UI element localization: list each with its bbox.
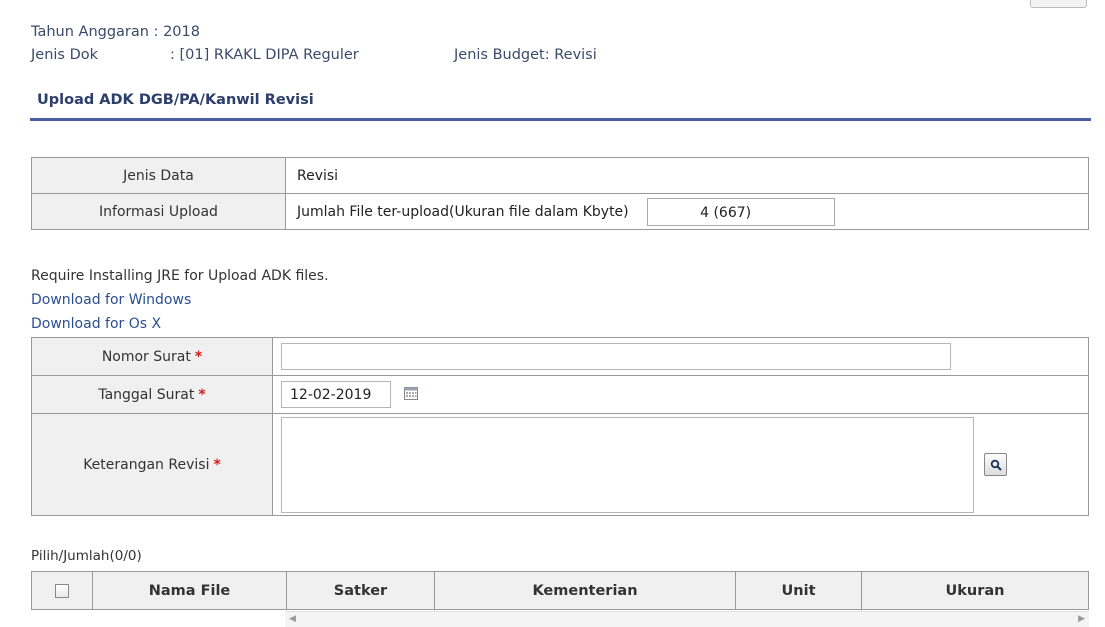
jenis-dok-value: : [01] RKAKL DIPA Reguler: [170, 47, 359, 63]
nomor-surat-cell: [272, 337, 1089, 376]
nomor-surat-label-cell: Nomor Surat *: [31, 337, 273, 376]
nomor-surat-row: Nomor Surat *: [31, 337, 1089, 376]
tanggal-surat-label: Tanggal Surat: [98, 386, 195, 403]
select-all-header: [31, 571, 93, 610]
file-table-header: Nama File Satker Kementerian Unit Ukuran: [31, 571, 1089, 610]
informasi-upload-cell: Jumlah File ter-upload(Ukuran file dalam…: [285, 193, 1089, 230]
magnifier-icon: [990, 459, 1002, 471]
keterangan-label-cell: Keterangan Revisi *: [31, 413, 273, 516]
tanggal-surat-cell: [272, 375, 1089, 414]
tahun-anggaran: Tahun Anggaran : 2018: [31, 24, 200, 40]
nomor-surat-label: Nomor Surat: [101, 348, 191, 365]
col-ukuran[interactable]: Ukuran: [861, 571, 1089, 610]
pilih-jumlah: Pilih/Jumlah(0/0): [31, 548, 142, 564]
required-mark: *: [198, 386, 206, 403]
download-osx-link[interactable]: Download for Os X: [31, 316, 161, 332]
select-all-checkbox[interactable]: [55, 583, 69, 598]
informasi-upload-row: Informasi Upload Jumlah File ter-upload(…: [31, 193, 1089, 230]
jenis-dok-label: Jenis Dok: [31, 47, 99, 63]
col-kementerian[interactable]: Kementerian: [434, 571, 736, 610]
keterangan-revisi-label: Keterangan Revisi: [83, 456, 210, 473]
col-unit[interactable]: Unit: [735, 571, 862, 610]
search-button[interactable]: [984, 453, 1007, 476]
tanggal-surat-row: Tanggal Surat *: [31, 375, 1089, 414]
section-title: Upload ADK DGB/PA/Kanwil Revisi: [37, 92, 314, 108]
download-windows-link[interactable]: Download for Windows: [31, 292, 191, 308]
horizontal-scrollbar[interactable]: ◀ ▶: [285, 611, 1089, 627]
upload-info-table: Jenis Data Revisi Informasi Upload Jumla…: [31, 157, 1089, 230]
tanggal-surat-label-cell: Tanggal Surat *: [31, 375, 273, 414]
upload-count-box: 4 (667): [647, 197, 836, 226]
keterangan-revisi-textarea[interactable]: [281, 416, 974, 513]
revisi-form-table: Nomor Surat * Tanggal Surat * 12-02-2019…: [31, 337, 1089, 516]
keterangan-revisi-row: Keterangan Revisi *: [31, 413, 1089, 516]
required-mark: *: [194, 348, 203, 365]
file-table: Nama File Satker Kementerian Unit Ukuran: [31, 571, 1089, 610]
calendar-icon[interactable]: [404, 386, 419, 404]
jre-note: Require Installing JRE for Upload ADK fi…: [31, 268, 329, 284]
col-nama-file[interactable]: Nama File: [92, 571, 287, 610]
scroll-right-icon[interactable]: ▶: [1078, 612, 1085, 627]
jenis-budget: Jenis Budget: Revisi: [454, 47, 597, 63]
nomor-surat-input[interactable]: [281, 343, 951, 370]
top-action-button[interactable]: [1030, 0, 1087, 8]
jenis-data-value: Revisi: [285, 157, 1089, 194]
section-divider: [30, 118, 1091, 121]
jenis-data-label: Jenis Data: [31, 157, 286, 194]
scroll-left-icon[interactable]: ◀: [289, 612, 296, 627]
informasi-upload-label: Informasi Upload: [31, 193, 286, 230]
col-satker[interactable]: Satker: [286, 571, 435, 610]
tanggal-surat-input[interactable]: [281, 381, 391, 408]
keterangan-cell: [272, 413, 1089, 516]
required-mark: *: [213, 456, 221, 473]
jenis-data-row: Jenis Data Revisi: [31, 157, 1089, 194]
informasi-upload-text: Jumlah File ter-upload(Ukuran file dalam…: [297, 203, 629, 220]
